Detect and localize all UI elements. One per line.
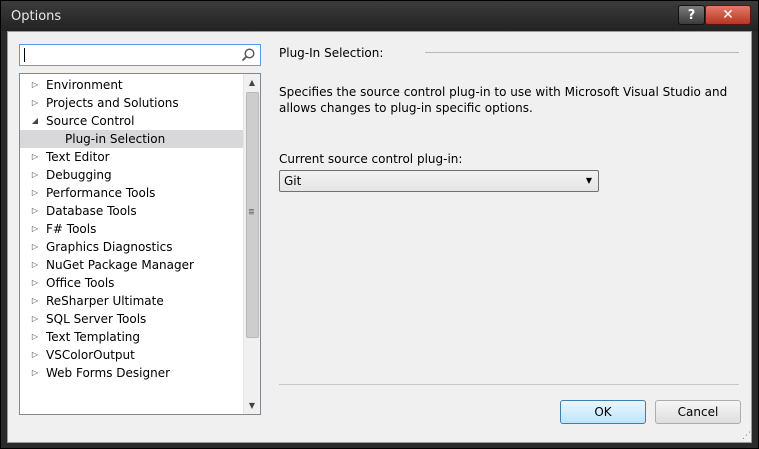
title-bar[interactable]: Options ? ✕ (1, 1, 758, 31)
expand-arrow-icon[interactable]: ▷ (30, 188, 40, 198)
options-tree[interactable]: ▷ Environment ▷ Projects and Solutions ◢… (19, 73, 261, 415)
scrollbar-thumb[interactable]: ═ ═ (246, 92, 259, 338)
section-divider (425, 52, 739, 53)
tree-item-label: NuGet Package Manager (46, 258, 194, 272)
tree-item-label: Graphics Diagnostics (46, 240, 173, 254)
options-dialog: Options ? ✕ ▷ Environment ▷ Projects and… (0, 0, 759, 449)
tree-item-office-tools[interactable]: ▷ Office Tools (20, 274, 243, 292)
expand-arrow-icon[interactable]: ▷ (30, 98, 40, 108)
search-input[interactable] (19, 44, 261, 66)
tree-item-label: Database Tools (46, 204, 137, 218)
collapse-arrow-icon[interactable]: ◢ (30, 116, 40, 126)
expand-arrow-icon[interactable]: ▷ (30, 206, 40, 216)
tree-item-plug-in-selection[interactable]: Plug-in Selection (20, 130, 243, 148)
tree-item-web-forms-designer[interactable]: ▷ Web Forms Designer (20, 364, 243, 382)
tree-item-debugging[interactable]: ▷ Debugging (20, 166, 243, 184)
expand-arrow-icon[interactable]: ▷ (30, 314, 40, 324)
section-title: Plug-In Selection: (279, 46, 384, 60)
tree-item-vscoloroutput[interactable]: ▷ VSColorOutput (20, 346, 243, 364)
help-button[interactable]: ? (678, 5, 705, 25)
tree-item-fsharp-tools[interactable]: ▷ F# Tools (20, 220, 243, 238)
expand-arrow-icon[interactable]: ▷ (30, 332, 40, 342)
resize-grip-icon[interactable]: ⋰ (739, 430, 751, 442)
ok-button[interactable]: OK (560, 400, 646, 424)
window-title: Options (11, 9, 62, 24)
cancel-button[interactable]: Cancel (655, 400, 741, 424)
tree-item-nuget-package-manager[interactable]: ▷ NuGet Package Manager (20, 256, 243, 274)
tree-item-text-editor[interactable]: ▷ Text Editor (20, 148, 243, 166)
expand-arrow-icon[interactable]: ▷ (30, 80, 40, 90)
dropdown-arrow-icon[interactable]: ▼ (586, 176, 592, 185)
tree-item-label: Text Editor (46, 150, 110, 164)
tree-scrollbar[interactable]: ▲ ═ ═ ▼ (243, 74, 260, 414)
tree-item-environment[interactable]: ▷ Environment (20, 76, 243, 94)
tree-item-sql-server-tools[interactable]: ▷ SQL Server Tools (20, 310, 243, 328)
tree-item-label: VSColorOutput (46, 348, 135, 362)
expand-arrow-icon[interactable]: ▷ (30, 152, 40, 162)
tree-item-label: ReSharper Ultimate (46, 294, 164, 308)
tree-item-label: F# Tools (46, 222, 97, 236)
footer-divider (279, 384, 739, 385)
dialog-content: ▷ Environment ▷ Projects and Solutions ◢… (7, 31, 752, 443)
tree-item-label: Text Templating (46, 330, 141, 344)
expand-arrow-icon[interactable]: ▷ (30, 368, 40, 378)
tree-item-label: SQL Server Tools (46, 312, 147, 326)
expand-arrow-icon[interactable]: ▷ (30, 242, 40, 252)
tree-item-graphics-diagnostics[interactable]: ▷ Graphics Diagnostics (20, 238, 243, 256)
tree-item-projects-and-solutions[interactable]: ▷ Projects and Solutions (20, 94, 243, 112)
text-cursor (24, 48, 25, 62)
expand-arrow-icon[interactable]: ▷ (30, 170, 40, 180)
plugin-description: Specifies the source control plug-in to … (279, 85, 728, 115)
tree-item-performance-tools[interactable]: ▷ Performance Tools (20, 184, 243, 202)
scroll-up-arrow-icon[interactable]: ▲ (244, 74, 260, 91)
tree-item-source-control[interactable]: ◢ Source Control (20, 112, 243, 130)
tree-item-label: Office Tools (46, 276, 115, 290)
close-button[interactable]: ✕ (705, 5, 751, 25)
plugin-field-label: Current source control plug-in: (279, 152, 463, 166)
expand-arrow-icon[interactable]: ▷ (30, 224, 40, 234)
tree-item-database-tools[interactable]: ▷ Database Tools (20, 202, 243, 220)
selected-plugin-value: Git (284, 174, 302, 188)
source-control-plugin-select[interactable]: Git ▼ (279, 170, 599, 192)
tree-item-label: Web Forms Designer (46, 366, 171, 380)
tree-item-label: Performance Tools (46, 186, 156, 200)
tree-item-label: Plug-in Selection (65, 132, 166, 146)
tree-item-text-templating[interactable]: ▷ Text Templating (20, 328, 243, 346)
expand-arrow-icon[interactable]: ▷ (30, 260, 40, 270)
scroll-down-arrow-icon[interactable]: ▼ (244, 397, 260, 414)
expand-arrow-icon[interactable]: ▷ (30, 278, 40, 288)
tree-item-label: Source Control (46, 114, 135, 128)
tree-item-label: Environment (46, 78, 123, 92)
tree-item-resharper-ultimate[interactable]: ▷ ReSharper Ultimate (20, 292, 243, 310)
search-icon[interactable] (240, 47, 256, 63)
tree-item-label: Debugging (46, 168, 112, 182)
tree-item-label: Projects and Solutions (46, 96, 179, 110)
grip-icon: ═ ═ (249, 206, 254, 218)
expand-arrow-icon[interactable]: ▷ (30, 296, 40, 306)
expand-arrow-icon[interactable]: ▷ (30, 350, 40, 360)
